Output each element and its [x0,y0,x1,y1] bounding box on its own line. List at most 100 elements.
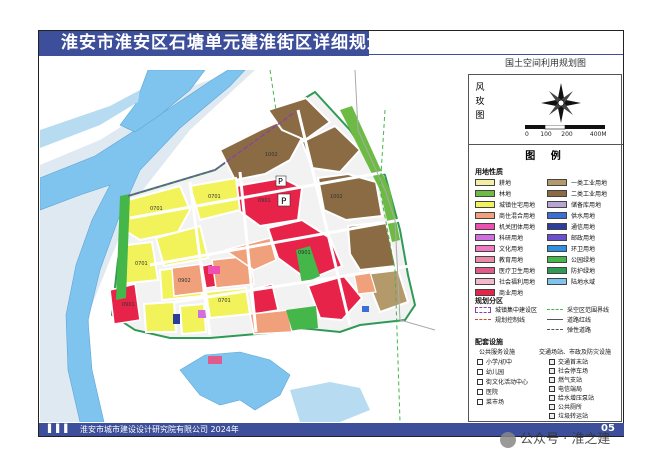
legend-item: 耕地 [475,178,511,187]
zoning-item: 城镇集中建设区 [475,305,537,314]
legend-item: 一类工业用地 [547,178,607,187]
parcel-medical [208,356,222,364]
legend-item: 商住混合用地 [475,211,535,220]
parcel-label: 0701 [208,194,221,200]
plan-sheet: 淮安市淮安区石塘单元建淮街区详细规划 国土空间利用规划图 P P 0701 07… [0,0,660,467]
land-use-heading: 用地性质 [475,168,503,176]
legend-swatch [475,256,495,263]
facility-item: 交通首末站 [549,357,588,366]
legend-item: 城镇住宅用地 [475,200,535,209]
legend-item: 机关团体用地 [475,222,535,231]
legend-item: 社会福利用地 [475,277,535,286]
legend-label: 通信用地 [571,224,596,231]
legend-label: 林地 [499,191,512,198]
parcel-institution [208,266,220,274]
legend-swatch [475,234,495,241]
facility-icon [477,378,483,385]
legend-title: 图 例 [525,151,567,162]
legend-label: 耕地 [499,180,512,187]
legend-label: 环卫用地 [571,246,596,253]
parcel-telecom [173,314,180,324]
parcel-label: 0701 [135,261,148,267]
legend-label: 文化用地 [499,246,524,253]
map-subtitle: 国土空间利用规划图 [505,59,587,69]
legend-item: 邮政用地 [547,233,595,242]
facility-item: 医院 [477,387,498,396]
title-rule [369,54,623,55]
facility-item: 垃圾转运站 [549,411,588,420]
parcel-label: 0701 [150,206,163,212]
legend-item: 陆地水域 [547,277,595,286]
facility-item: 电信端局 [549,384,582,393]
parcel-label: 0901 [258,198,271,204]
map-canvas: P P 0701 0701 0701 0902 1002 1002 0901 0… [40,70,465,422]
legend-item: 医疗卫生用地 [475,266,535,275]
parcel-water-supply [362,306,369,312]
facility-icon [549,412,555,419]
map-title: 淮安市淮安区石塘单元建淮街区详细规划 [39,31,369,56]
legend-panel: 风 玫 图 0 100 200 400M 图 例 用地性质 耕地 一类工业用地 … [468,74,623,422]
legend-swatch [547,256,567,263]
parcel-label: 0901 [122,302,135,308]
legend-swatch [547,201,567,208]
facility-icon [477,368,483,375]
legend-swatch [475,212,495,219]
facility-icon [477,398,483,405]
legend-label: 教育用地 [499,257,524,264]
legend-label: 邮政用地 [571,235,596,242]
zoning-swatch [475,306,491,313]
zoning-swatch [547,309,563,310]
legend-swatch [475,179,495,186]
facility-icon [549,403,555,410]
facility-item: 菜市场 [477,397,504,406]
legend-item: 环卫用地 [547,244,595,253]
parcel-label: 1002 [265,152,278,158]
legend-label: 储备库用地 [571,202,602,209]
facility-icon [549,367,555,374]
zoning-item: 采空区范围界线 [547,305,609,314]
zoning-swatch [475,319,491,320]
facility-col-header-left: 公共服务设施 [479,349,516,356]
zoning-swatch [547,329,563,330]
legend-label: 商住混合用地 [499,213,536,220]
legend-label: 陆地水域 [571,279,596,286]
zoning-item: 规划控制线 [475,315,525,324]
legend-swatch [475,278,495,285]
legend-item: 通信用地 [547,222,595,231]
legend-item: 储备库用地 [547,200,601,209]
watermark: 公众号 · 淮之建 [500,428,610,448]
legend-swatch [547,190,567,197]
parcel-residential [142,300,178,333]
zoning-item: 弹性道路 [547,325,591,334]
zoning-swatch [547,319,563,320]
legend-swatch [475,201,495,208]
legend-label: 城镇住宅用地 [499,202,536,209]
facilities-heading: 配套设施 [475,338,503,346]
legend-label: 二类工业用地 [571,191,608,198]
legend-item: 公园绿地 [547,255,595,264]
legend-label: 防护绿地 [571,268,596,275]
facility-item: 幼儿园 [477,367,504,376]
facility-item: 小学/初中 [477,357,512,366]
facility-icon [549,376,555,383]
legend-swatch [475,223,495,230]
legend-swatch [547,278,567,285]
zoning-item: 道路红线 [547,315,591,324]
legend-swatch [475,267,495,274]
legend-item: 文化用地 [475,244,523,253]
legend-swatch [547,267,567,274]
legend-swatch [547,212,567,219]
wechat-icon [500,431,516,448]
legend-swatch [475,245,495,252]
legend-swatch [475,190,495,197]
facility-col-header-right: 交通场站、市政及防灾设施 [539,349,612,356]
legend-label: 公园绿地 [571,257,596,264]
parcel-residential [178,302,208,336]
legend-label: 供水用地 [571,213,596,220]
wind-rose-icon [541,83,581,123]
legend-swatch [547,179,567,186]
facility-icon [549,394,555,401]
facility-icon [549,385,555,392]
facility-icon [549,358,555,365]
parcel-label: 0701 [218,298,231,304]
